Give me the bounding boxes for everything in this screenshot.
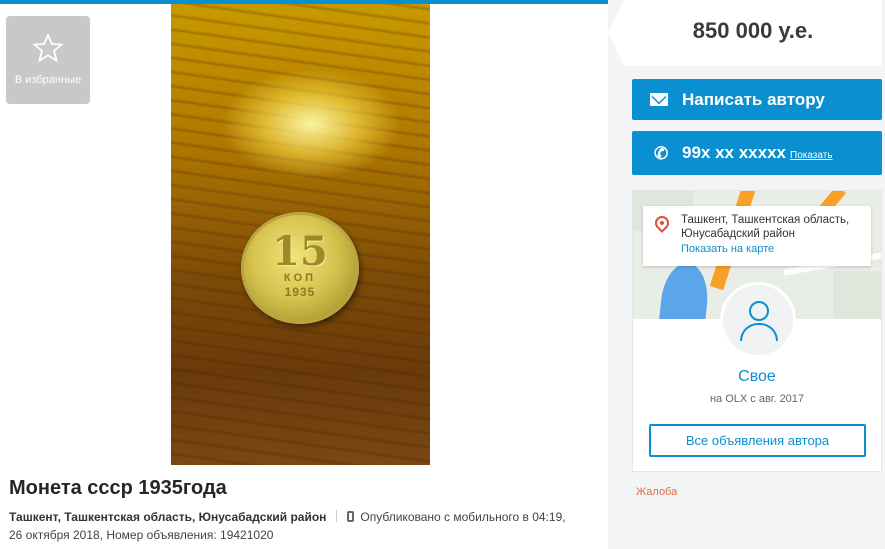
show-on-map-link[interactable]: Показать на карте: [681, 243, 774, 255]
phone-icon: ✆: [654, 144, 669, 163]
listing-meta: Ташкент, Ташкентская область, Юнусабадск…: [9, 508, 599, 544]
favorite-label: В избранные: [14, 74, 82, 86]
coin-value: 15: [272, 228, 328, 275]
map-address: Ташкент, Ташкентская область, Юнусабадск…: [681, 214, 850, 240]
phone-text: 99x xx xxxxx Показать: [682, 143, 833, 163]
user-icon: [749, 301, 769, 321]
listing-photo[interactable]: 15 КОП 1935: [171, 4, 430, 465]
location-pin-icon: [652, 213, 672, 233]
show-phone-link[interactable]: Показать: [790, 150, 833, 161]
author-since: на OLX с авг. 2017: [709, 393, 805, 405]
map-water: [656, 260, 712, 319]
author-card: Ташкент, Ташкентская область, Юнусабадск…: [632, 190, 882, 472]
message-author-label: Написать автору: [682, 90, 825, 109]
avatar[interactable]: [720, 282, 796, 358]
map-block: [833, 271, 881, 319]
favorite-button[interactable]: В избранные: [6, 16, 90, 104]
price: 850 000 у.е.: [692, 18, 814, 43]
coin-image: 15 КОП 1935: [241, 212, 359, 324]
message-author-button[interactable]: Написать автору: [632, 79, 882, 120]
date-and-id: 26 октября 2018, Номер объявления: 19421…: [9, 528, 274, 542]
star-icon: [32, 32, 64, 63]
all-ads-button[interactable]: Все объявления автора: [649, 424, 866, 457]
listing-location[interactable]: Ташкент, Ташкентская область, Юнусабадск…: [9, 510, 326, 524]
meta-divider: [336, 510, 338, 522]
address-popup: Ташкент, Ташкентская область, Юнусабадск…: [643, 206, 871, 266]
phone-number: 99x xx xxxxx: [682, 143, 786, 162]
mobile-icon: [347, 511, 355, 522]
author-name[interactable]: Свое: [633, 368, 881, 386]
coin-unit: КОП: [283, 272, 317, 284]
mail-icon: [650, 93, 668, 106]
phone-button[interactable]: ✆ 99x xx xxxxx Показать: [632, 131, 882, 175]
published-info: Опубликовано с мобильного в 04:19,: [360, 510, 566, 524]
user-icon-body: [740, 323, 778, 341]
main-panel: В избранные 15 КОП 1935 Монета ссср 1935…: [0, 0, 608, 549]
listing-title: Монета ссср 1935года: [9, 477, 227, 499]
coin-year: 1935: [284, 285, 316, 299]
report-link[interactable]: Жалоба: [636, 486, 677, 498]
